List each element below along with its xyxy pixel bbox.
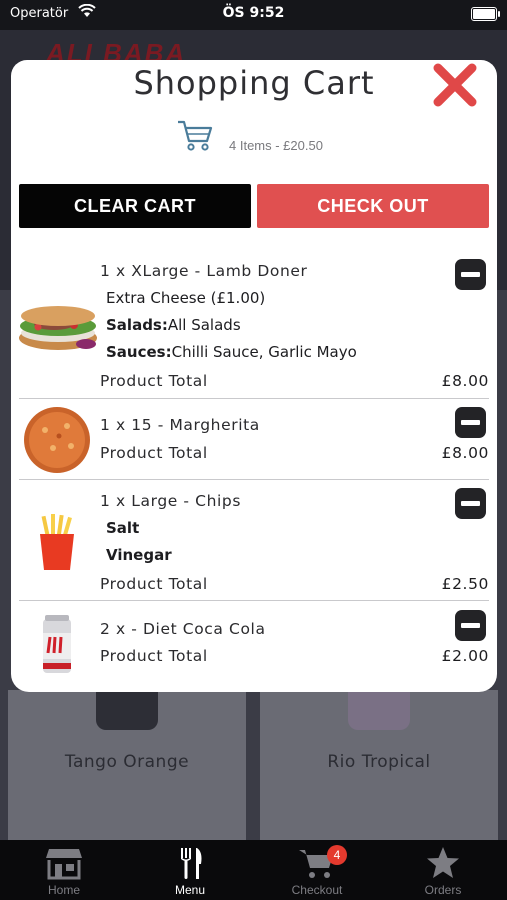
tab-menu[interactable]: Menu <box>127 840 253 900</box>
option-value: Extra Cheese (£1.00) <box>106 289 266 307</box>
option-label: Vinegar <box>106 546 172 564</box>
item-option: Extra Cheese (£1.00) <box>106 289 265 307</box>
status-bar: Operatör ÖS 9:52 <box>0 0 507 30</box>
item-name: 1 x 15 - Margherita <box>100 416 260 434</box>
option-label: Salads: <box>106 316 168 334</box>
close-icon[interactable] <box>432 62 478 108</box>
clear-cart-button[interactable]: CLEAR CART <box>19 184 251 228</box>
cart-summary: 4 Items - £20.50 <box>229 138 323 153</box>
check-out-button[interactable]: CHECK OUT <box>257 184 489 228</box>
tab-label: Menu <box>174 883 206 897</box>
modal-title: Shopping Cart <box>133 64 375 102</box>
tab-label: Checkout <box>291 883 343 897</box>
tab-bar: Home Menu 4 Checkout Orders <box>0 840 507 900</box>
cart-item: 2 x - Diet Coca Cola Product Total £2.00 <box>11 601 497 692</box>
remove-item-button[interactable] <box>455 407 486 438</box>
checkout-badge: 4 <box>327 845 347 865</box>
star-icon <box>427 847 459 878</box>
remove-item-button[interactable] <box>455 259 486 290</box>
option-value: Chilli Sauce, Garlic Mayo <box>171 343 357 361</box>
menu-card-label: Tango Orange <box>64 752 190 772</box>
tab-label: Orders <box>424 883 462 897</box>
status-time: ÖS 9:52 <box>222 5 285 21</box>
doner-kebab-image <box>19 306 97 350</box>
item-option: Sauces:Chilli Sauce, Garlic Mayo <box>106 343 357 361</box>
item-name: 2 x - Diet Coca Cola <box>100 620 266 638</box>
shopping-cart-modal: Shopping Cart 4 Items - £20.50 CLEAR CAR… <box>11 60 497 692</box>
battery-icon <box>471 7 500 21</box>
option-label: Sauces: <box>106 343 172 361</box>
cart-item: 1 x 15 - Margherita Product Total £8.00 <box>11 399 497 480</box>
cart-item: 1 x Large - Chips Salt Vinegar Product T… <box>11 480 497 601</box>
item-option: Salads:All Salads <box>106 316 241 334</box>
cutlery-icon <box>181 848 202 879</box>
cart-icon <box>178 120 213 151</box>
product-total-price: £8.00 <box>441 444 489 462</box>
item-option: Vinegar <box>106 546 172 564</box>
menu-card-label: Rio Tropical <box>327 752 431 772</box>
item-name: 1 x Large - Chips <box>100 492 242 510</box>
store-icon <box>46 849 82 880</box>
fries-image <box>40 514 74 570</box>
menu-card[interactable]: Tango Orange <box>8 690 246 840</box>
item-option: Salt <box>106 519 139 537</box>
tab-label: Home <box>47 883 80 897</box>
diet-coke-can-image <box>43 615 71 673</box>
pizza-image <box>24 407 90 473</box>
can-image <box>96 690 158 730</box>
product-total-label: Product Total <box>100 444 208 462</box>
cart-item: 1 x XLarge - Lamb Doner Extra Cheese (£1… <box>11 252 497 399</box>
product-total-label: Product Total <box>100 575 208 593</box>
remove-item-button[interactable] <box>455 610 486 641</box>
product-total-label: Product Total <box>100 372 208 390</box>
tab-home[interactable]: Home <box>1 840 127 900</box>
tab-checkout[interactable]: 4 Checkout <box>254 840 380 900</box>
item-name: 1 x XLarge - Lamb Doner <box>100 262 308 280</box>
menu-card[interactable]: Rio Tropical <box>260 690 498 840</box>
product-total-price: £8.00 <box>441 372 489 390</box>
product-total-label: Product Total <box>100 647 208 665</box>
can-image <box>348 690 410 730</box>
option-label: Salt <box>106 519 140 537</box>
remove-item-button[interactable] <box>455 488 486 519</box>
tab-orders[interactable]: Orders <box>380 840 506 900</box>
product-total-price: £2.00 <box>441 647 489 665</box>
option-value: All Salads <box>167 316 241 334</box>
product-total-price: £2.50 <box>441 575 489 593</box>
